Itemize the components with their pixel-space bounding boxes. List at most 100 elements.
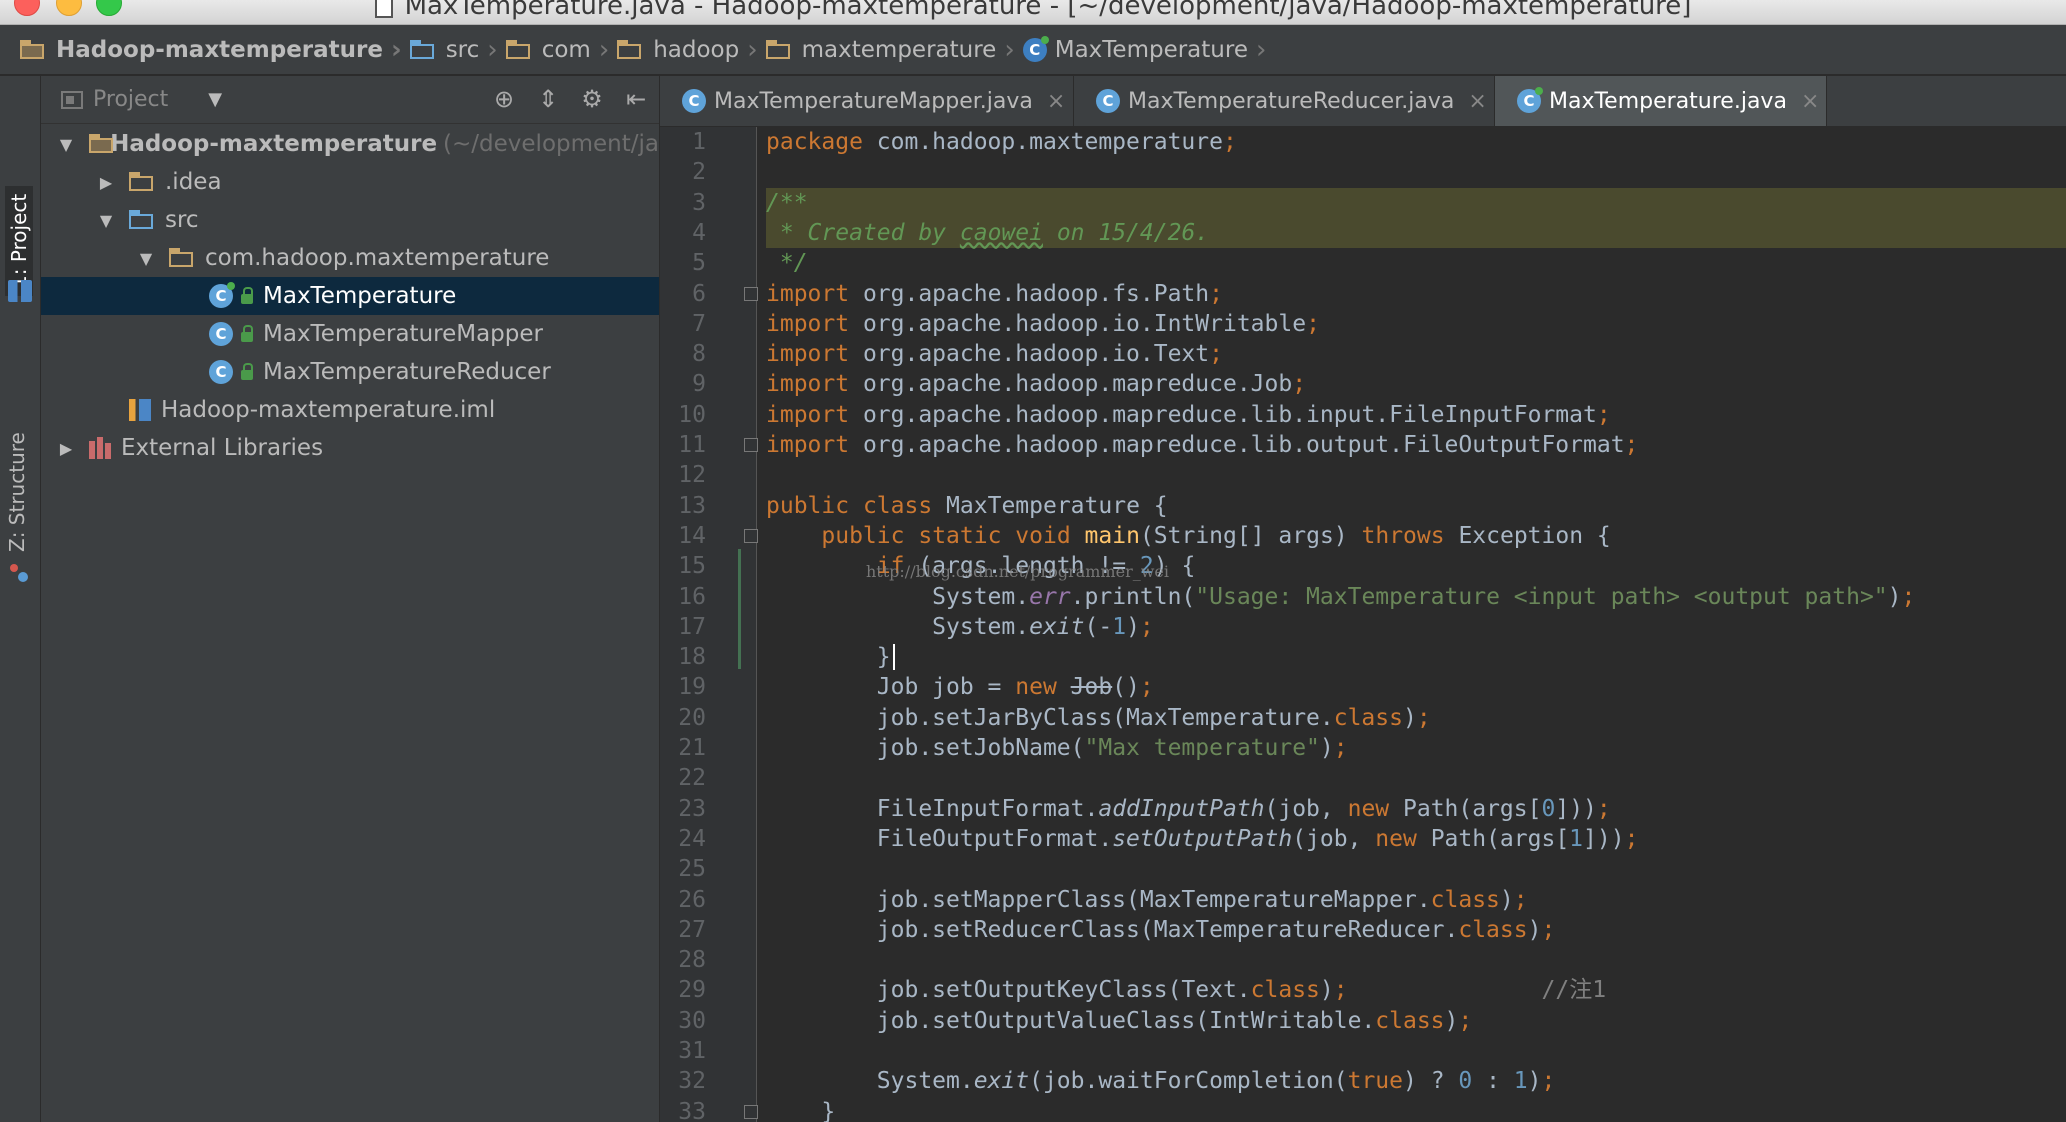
code-text: System.err.println("Usage: MaxTemperatur… [766, 583, 1916, 610]
close-icon[interactable]: × [1047, 89, 1065, 114]
code-line[interactable]: 28 [660, 945, 2066, 975]
tree-item-iml[interactable]: Hadoop-maxtemperature.iml [41, 391, 659, 429]
line-number: 31 [678, 1038, 706, 1064]
line-number: 27 [678, 916, 706, 943]
breadcrumb-item-src[interactable]: src › [409, 35, 498, 65]
line-number: 25 [678, 856, 706, 883]
expand-arrow-icon[interactable]: ▼ [95, 211, 117, 230]
tool-tab-structure[interactable]: Z: Structure [5, 432, 29, 552]
code-text: import org.apache.hadoop.io.IntWritable; [766, 310, 1320, 337]
window-title-bar: MaxTemperature.java - Hadoop-maxtemperat… [0, 0, 2066, 25]
collapse-all-icon[interactable]: ⇕ [535, 86, 561, 112]
breadcrumb-item-hadoop[interactable]: hadoop › [617, 35, 758, 65]
breadcrumb-item-com[interactable]: com › [505, 35, 609, 65]
line-number: 16 [678, 583, 706, 610]
code-line[interactable]: 8 import org.apache.hadoop.io.Text; [660, 339, 2066, 369]
file-icon [374, 0, 393, 18]
fold-marker-icon[interactable] [744, 1104, 758, 1119]
code-line[interactable]: 9 import org.apache.hadoop.mapreduce.Job; [660, 369, 2066, 399]
tab-maxtemperature[interactable]: C MaxTemperature.java × [1495, 76, 1827, 126]
tab-label: MaxTemperatureMapper.java [714, 88, 1033, 114]
code-line[interactable]: 10 import org.apache.hadoop.mapreduce.lib… [660, 400, 2066, 430]
fold-marker-icon[interactable] [744, 528, 758, 543]
code-line[interactable]: 3 /** [660, 188, 2066, 218]
project-tool-icon[interactable] [8, 280, 32, 302]
code-line[interactable]: 11 import org.apache.hadoop.mapreduce.lib… [660, 430, 2066, 460]
code-line[interactable]: 1 package com.hadoop.maxtemperature; [660, 127, 2066, 157]
code-line[interactable]: 17 System.exit(-1); [660, 612, 2066, 642]
code-line[interactable]: 24 FileOutputFormat.setOutputPath(job, n… [660, 824, 2066, 854]
code-line[interactable]: 16 System.err.println("Usage: MaxTempera… [660, 582, 2066, 612]
code-text: /** [766, 189, 808, 216]
collapsed-arrow-icon[interactable]: ▶ [55, 439, 77, 458]
code-line[interactable]: 23 FileInputFormat.addInputPath(job, new… [660, 794, 2066, 824]
code-line[interactable]: 19 Job job = new Job(); [660, 672, 2066, 702]
fold-marker-icon[interactable] [744, 438, 758, 452]
tree-item-reducer[interactable]: C MaxTemperatureReducer [41, 353, 659, 391]
fold-marker-icon[interactable] [744, 286, 758, 301]
text-caret [893, 644, 895, 671]
chevron-down-icon[interactable]: ▼ [208, 89, 222, 110]
project-tree: ▼ Hadoop-maxtemperature (~/development/j… [41, 125, 659, 467]
project-panel: Project ▼ ⊕ ⇕ ⚙ ⇤ ▼ Hadoop-maxtemperatur… [41, 76, 660, 1122]
breadcrumb-label: MaxTemperature [1054, 36, 1248, 63]
close-icon[interactable]: × [1468, 89, 1486, 114]
expand-arrow-icon[interactable]: ▼ [135, 249, 157, 268]
code-line[interactable]: 20 job.setJarByClass(MaxTemperature.clas… [660, 703, 2066, 733]
code-text: import org.apache.hadoop.io.Text; [766, 341, 1223, 368]
gear-icon[interactable]: ⚙ [579, 86, 605, 112]
code-line[interactable]: 21 job.setJobName("Max temperature"); [660, 733, 2066, 763]
hide-panel-icon[interactable]: ⇤ [623, 86, 649, 112]
code-line[interactable]: 7 import org.apache.hadoop.io.IntWritable… [660, 309, 2066, 339]
line-number: 32 [678, 1068, 706, 1095]
collapsed-arrow-icon[interactable]: ▶ [95, 173, 117, 192]
code-line[interactable]: 6 import org.apache.hadoop.fs.Path; [660, 279, 2066, 309]
code-line[interactable]: 25 [660, 854, 2066, 884]
code-text: FileInputFormat.addInputPath(job, new Pa… [766, 795, 1611, 822]
tree-item-src[interactable]: ▼ src [41, 201, 659, 239]
tree-item-maxtemperature[interactable]: C MaxTemperature [41, 277, 659, 315]
tree-item-package[interactable]: ▼ com.hadoop.maxtemperature [41, 239, 659, 277]
code-line[interactable]: 32 System.exit(job.waitForCompletion(tru… [660, 1066, 2066, 1096]
code-text: } [766, 1098, 836, 1122]
tree-item-label: .idea [165, 169, 222, 195]
folder-icon [129, 172, 155, 192]
line-number: 9 [692, 371, 706, 398]
close-icon[interactable]: × [1801, 89, 1819, 114]
project-view-label[interactable]: Project [93, 87, 168, 112]
line-number: 1 [692, 129, 706, 155]
code-line[interactable]: 18 } [660, 642, 2066, 672]
code-line[interactable]: 26 job.setMapperClass(MaxTemperatureMapp… [660, 885, 2066, 915]
tab-maxtemperaturereducer[interactable]: C MaxTemperatureReducer.java × [1074, 76, 1495, 126]
tab-maxtemperaturemapper[interactable]: C MaxTemperatureMapper.java × [660, 76, 1074, 126]
tree-item-project-root[interactable]: ▼ Hadoop-maxtemperature (~/development/j… [41, 125, 659, 163]
code-line[interactable]: 13 public class MaxTemperature { [660, 491, 2066, 521]
structure-tool-icon[interactable] [8, 562, 32, 584]
code-line[interactable]: 27 job.setReducerClass(MaxTemperatureRed… [660, 915, 2066, 945]
code-line[interactable]: 22 [660, 763, 2066, 793]
code-line[interactable]: 4 * Created by caowei on 15/4/26. [660, 218, 2066, 248]
watermark-text: http://blog.csdn.net/programmer_wei [866, 562, 1169, 581]
window-title-text: MaxTemperature.java - Hadoop-maxtemperat… [404, 0, 1692, 21]
code-line[interactable]: 31 [660, 1036, 2066, 1066]
code-editor[interactable]: 1 package com.hadoop.maxtemperature; 2 3/**… [660, 127, 2066, 1122]
expand-arrow-icon[interactable]: ▼ [55, 135, 77, 154]
breadcrumb-item-maxtemperature[interactable]: maxtemperature › [765, 35, 1015, 65]
project-panel-header: Project ▼ ⊕ ⇕ ⚙ ⇤ [41, 76, 659, 124]
tree-item-external-libraries[interactable]: ▶ External Libraries [41, 429, 659, 467]
line-number: 4 [692, 219, 706, 246]
code-line[interactable]: 5 */ [660, 248, 2066, 278]
breadcrumb-item-project[interactable]: Hadoop-maxtemperature › [20, 35, 402, 65]
code-line[interactable]: 33 } [660, 1097, 2066, 1122]
tree-item-mapper[interactable]: C MaxTemperatureMapper [41, 315, 659, 353]
libraries-icon [89, 437, 111, 459]
code-line[interactable]: 2 [660, 157, 2066, 187]
line-number: 26 [678, 886, 706, 913]
breadcrumb-item-class[interactable]: C MaxTemperature › [1022, 35, 1266, 65]
scroll-from-source-icon[interactable]: ⊕ [491, 86, 517, 112]
code-line[interactable]: 12 [660, 460, 2066, 490]
tree-item-idea[interactable]: ▶ .idea [41, 163, 659, 201]
code-line[interactable]: 14 public static void main(String[] args… [660, 521, 2066, 551]
code-line[interactable]: 29 job.setOutputKeyClass(Text.class); //… [660, 975, 2066, 1005]
code-line[interactable]: 30 job.setOutputValueClass(IntWritable.c… [660, 1006, 2066, 1036]
